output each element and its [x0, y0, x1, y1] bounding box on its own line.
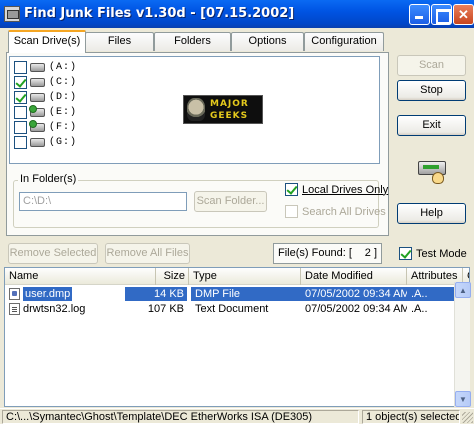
app-icon[interactable]: [4, 6, 20, 22]
file-date: 07/05/2002 09:34 AM: [301, 287, 407, 301]
tab-files[interactable]: Files: [85, 32, 154, 51]
hard-drive-icon: [30, 77, 45, 87]
tab-scan-drives[interactable]: Scan Drive(s): [8, 30, 86, 53]
file-date: 07/05/2002 09:34 AM: [305, 303, 407, 315]
drive-item-f[interactable]: (F:): [14, 119, 78, 134]
drive-item-g[interactable]: (G:): [14, 135, 77, 149]
file-size: 14 KB: [125, 287, 187, 301]
search-all-drives-label: Search All Drives: [302, 205, 386, 218]
test-mode-label: Test Mode: [416, 247, 467, 260]
drive-checkbox-g[interactable]: [14, 135, 27, 149]
scan-folder-button[interactable]: Scan Folder...: [194, 191, 267, 212]
stop-button[interactable]: Stop: [397, 80, 466, 101]
close-button[interactable]: ✕: [453, 4, 474, 25]
search-all-drives-checkbox[interactable]: [285, 205, 298, 218]
floppy-drive-icon: [30, 62, 45, 72]
drive-checkbox-c[interactable]: [14, 75, 27, 89]
test-mode-checkbox[interactable]: [399, 247, 412, 260]
table-row[interactable]: drwtsn32.log 107 KB Text Document 07/05/…: [5, 302, 469, 316]
drive-hand-icon: [416, 158, 450, 186]
dmp-file-icon: [9, 288, 20, 300]
files-found-box: File(s) Found: [ 2 ]: [273, 243, 382, 264]
tab-options[interactable]: Options: [231, 32, 304, 51]
local-drives-only-label: Local Drives Only: [302, 183, 389, 196]
tab-configuration[interactable]: Configuration: [304, 32, 384, 51]
drive-item-d[interactable]: (D:): [14, 90, 77, 104]
file-type: Text Document: [195, 303, 269, 315]
hard-drive-icon: [30, 137, 45, 147]
status-path: C:\...\Symantec\Ghost\Template\DEC Ether…: [2, 410, 359, 424]
drive-label: (A:): [49, 61, 78, 73]
drive-item-a[interactable]: (A:): [14, 60, 77, 74]
vertical-scrollbar[interactable]: ▲ ▼: [454, 282, 471, 407]
column-type[interactable]: Type: [189, 268, 301, 285]
remove-selected-button[interactable]: Remove Selected: [8, 243, 98, 264]
files-found-count: 2 ]: [364, 247, 377, 259]
drive-checkbox-e[interactable]: [14, 105, 27, 119]
files-found-label: File(s) Found: [: [278, 247, 352, 259]
drive-checkbox-a[interactable]: [14, 60, 27, 74]
drive-label: (D:): [49, 91, 78, 103]
drive-item-c[interactable]: (C:): [14, 75, 77, 89]
logo-line1: MAJOR: [210, 99, 249, 109]
file-name: user.dmp: [23, 287, 73, 301]
column-size[interactable]: Size: [155, 268, 189, 285]
geek-face-icon: [187, 98, 205, 121]
scan-button[interactable]: Scan: [397, 55, 466, 76]
folder-path-input[interactable]: C:\D:\: [19, 192, 187, 211]
scroll-down-icon[interactable]: ▼: [455, 391, 471, 407]
drive-label: (G:): [49, 136, 78, 148]
exit-button[interactable]: Exit: [397, 115, 466, 136]
tab-folders[interactable]: Folders: [154, 32, 231, 51]
local-drives-only-option[interactable]: Local Drives Only: [285, 183, 388, 196]
test-mode-option[interactable]: Test Mode: [399, 247, 467, 260]
column-date-modified[interactable]: Date Modified: [301, 268, 407, 285]
drive-item-e[interactable]: (E:): [14, 104, 78, 119]
major-geeks-logo: MAJOR GEEKS: [183, 95, 263, 124]
logo-line2: GEEKS: [210, 111, 249, 121]
drive-checkbox-d[interactable]: [14, 90, 27, 104]
drive-label: (E:): [49, 106, 78, 118]
table-row[interactable]: user.dmp 14 KB DMP File 07/05/2002 09:34…: [5, 287, 469, 301]
file-name: drwtsn32.log: [23, 303, 86, 315]
drive-label: (C:): [49, 76, 78, 88]
search-all-drives-option[interactable]: Search All Drives: [285, 205, 386, 218]
drive-label: (F:): [49, 121, 78, 133]
network-drive-icon: [29, 104, 45, 117]
in-folder-label: In Folder(s): [18, 173, 79, 185]
help-button[interactable]: Help: [397, 203, 466, 224]
maximize-button[interactable]: [431, 4, 452, 25]
results-list[interactable]: Name Size Type Date Modified Attributes …: [4, 267, 470, 407]
local-drives-only-checkbox[interactable]: [285, 183, 298, 196]
status-bar: C:\...\Symantec\Ghost\Template\DEC Ether…: [0, 408, 474, 424]
title-bar[interactable]: Find Junk Files v1.30d - [07.15.2002] ✕: [0, 0, 474, 28]
drive-checkbox-f[interactable]: [14, 120, 27, 134]
minimize-button[interactable]: [409, 4, 430, 25]
hard-drive-icon: [30, 92, 45, 102]
resize-grip-icon[interactable]: [462, 412, 473, 423]
list-header: Name Size Type Date Modified Attributes …: [5, 268, 469, 285]
remove-all-files-button[interactable]: Remove All Files: [105, 243, 190, 264]
scroll-up-icon[interactable]: ▲: [455, 282, 471, 298]
status-selection: 1 object(s) selected: [362, 410, 460, 424]
file-size: 107 KB: [147, 303, 184, 315]
window-title: Find Junk Files v1.30d - [07.15.2002]: [24, 6, 295, 21]
network-drive-icon: [29, 119, 45, 132]
file-type: DMP File: [191, 287, 301, 301]
log-file-icon: [9, 303, 20, 315]
